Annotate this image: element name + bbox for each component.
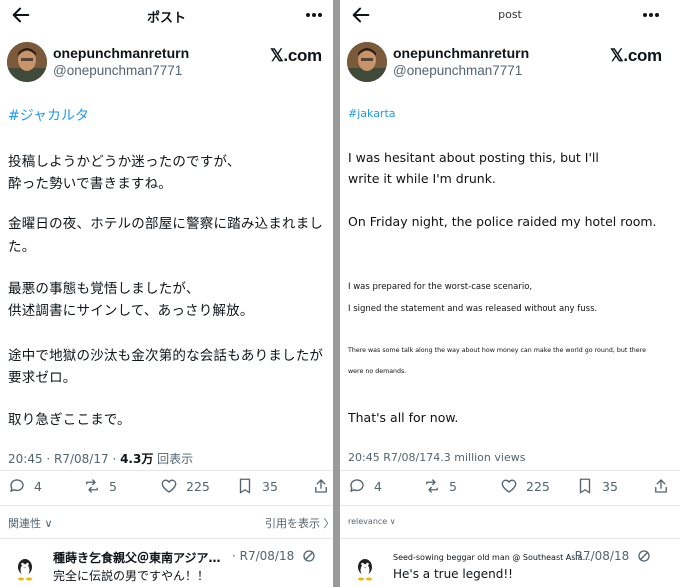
post-text-line: 途中で地獄の沙汰も金次第的な会話もありましたが <box>8 348 324 364</box>
post-text-line: 要求ゼロ。 <box>8 370 77 386</box>
reply-button[interactable]: 4 <box>348 477 382 495</box>
more-dots-icon[interactable] <box>305 8 323 22</box>
reply-author-name[interactable]: Seed-sowing beggar old man @ Southeast A… <box>393 553 590 562</box>
view-quotes-link[interactable]: 引用を表示 〉 <box>265 515 333 531</box>
reply-text: He's a true legend!! <box>393 567 513 581</box>
divider <box>0 470 333 471</box>
heart-icon <box>161 479 177 493</box>
repost-button[interactable]: 5 <box>423 477 457 495</box>
repost-count: 5 <box>109 478 117 494</box>
post-text-line: 投稿しようかどうか迷ったのですが、 <box>8 154 241 170</box>
mute-icon[interactable] <box>302 549 316 563</box>
hashtag-link[interactable]: #jakarta <box>348 107 396 120</box>
post-text-line: On Friday night, the police raided my ho… <box>348 214 657 229</box>
bookmark-icon <box>579 478 591 494</box>
x-logo: 𝕏.com <box>610 46 662 65</box>
divider <box>340 538 680 539</box>
hashtag-link[interactable]: #ジャカルタ <box>8 105 89 125</box>
user-handle[interactable]: @onepunchman7771 <box>53 63 182 78</box>
divider <box>0 505 333 506</box>
reply-text: 完全に伝説の男ですやん！！ <box>53 569 210 583</box>
page-title: ポスト <box>146 11 186 26</box>
bookmark-count: 35 <box>602 478 618 494</box>
repost-icon <box>426 479 438 493</box>
repost-count: 5 <box>449 478 457 494</box>
bookmark-count: 35 <box>262 478 278 494</box>
post-text-line: That's all for now. <box>348 410 459 425</box>
post-text-line: I signed the statement and was released … <box>348 304 598 314</box>
post-panel-japanese: ポスト onepunchmanreturn @onepunchman7771 𝕏… <box>0 0 333 587</box>
post-text-line: There was some talk along the way about … <box>348 347 646 354</box>
reply-avatar[interactable] <box>354 557 376 581</box>
like-button[interactable]: 225 <box>160 477 210 495</box>
divider <box>340 505 680 506</box>
heart-icon <box>501 479 517 493</box>
like-count: 225 <box>186 478 210 494</box>
repost-icon <box>86 479 98 493</box>
repost-button[interactable]: 5 <box>83 477 117 495</box>
top-bar: ポスト <box>0 0 333 30</box>
reply-button[interactable]: 4 <box>8 477 42 495</box>
reply-date: · R7/08/18 <box>232 549 295 563</box>
post-panel-english: post onepunchmanreturn @onepunchman7771 … <box>340 0 680 587</box>
view-count-label: 回表示 <box>157 452 194 466</box>
display-name[interactable]: onepunchmanreturn <box>393 45 529 61</box>
post-timestamp: 20:45 · R7/08/17 · <box>8 452 121 466</box>
reply-bubble-icon <box>10 479 24 492</box>
post-meta: 20:45 · R7/08/17 · 4.3万 回表示 <box>8 450 193 467</box>
reply-bubble-icon <box>350 479 364 492</box>
share-button[interactable] <box>312 477 333 495</box>
x-logo: 𝕏.com <box>270 46 322 65</box>
share-button[interactable] <box>652 477 678 495</box>
page-title: post <box>498 8 522 21</box>
post-text-line: 供述調書にサインして、あっさり解放。 <box>8 303 254 319</box>
divider <box>340 470 680 471</box>
post-text-line: 酔った勢いで書きますね。 <box>8 176 172 192</box>
reply-count: 4 <box>374 478 382 494</box>
top-bar: post <box>340 0 680 30</box>
post-text-line: 取り急ぎここまで。 <box>8 412 131 428</box>
panel-divider <box>333 0 340 587</box>
post-text-line: write it while I'm drunk. <box>348 171 496 186</box>
post-text-line: I was prepared for the worst-case scenar… <box>348 282 533 292</box>
like-button[interactable]: 225 <box>500 477 550 495</box>
share-icon <box>655 479 667 493</box>
reply-date: · R7/08/18 <box>567 549 630 563</box>
sort-dropdown[interactable]: relevance ∨ <box>348 517 396 526</box>
reply-avatar[interactable] <box>14 557 36 581</box>
bookmark-button[interactable]: 35 <box>576 477 618 495</box>
divider <box>0 538 333 539</box>
post-meta: 20:45 R7/08/174.3 million views <box>348 451 526 464</box>
post-text-line: I was hesitant about posting this, but I… <box>348 150 599 165</box>
bookmark-icon <box>239 478 251 494</box>
avatar[interactable] <box>7 42 47 82</box>
view-count: 4.3万 <box>120 452 154 466</box>
mute-icon[interactable] <box>637 549 651 563</box>
post-text-line: た。 <box>8 239 36 255</box>
avatar[interactable] <box>347 42 387 82</box>
more-dots-icon[interactable] <box>642 8 660 22</box>
post-text-line: 金曜日の夜、ホテルの部屋に警察に踏み込まれまし <box>8 216 324 232</box>
reply-count: 4 <box>34 478 42 494</box>
user-handle[interactable]: @onepunchman7771 <box>393 63 522 78</box>
display-name[interactable]: onepunchmanreturn <box>53 45 189 61</box>
post-text-line: were no demands. <box>348 368 407 375</box>
bookmark-button[interactable]: 35 <box>236 477 278 495</box>
like-count: 225 <box>526 478 550 494</box>
post-text-line: 最悪の事態も覚悟しましたが、 <box>8 281 200 297</box>
reply-author-name[interactable]: 種蒔き乞食親父＠東南アジア… <box>53 549 221 566</box>
sort-dropdown[interactable]: 関連性 ∨ <box>8 515 53 531</box>
share-icon <box>315 479 327 493</box>
